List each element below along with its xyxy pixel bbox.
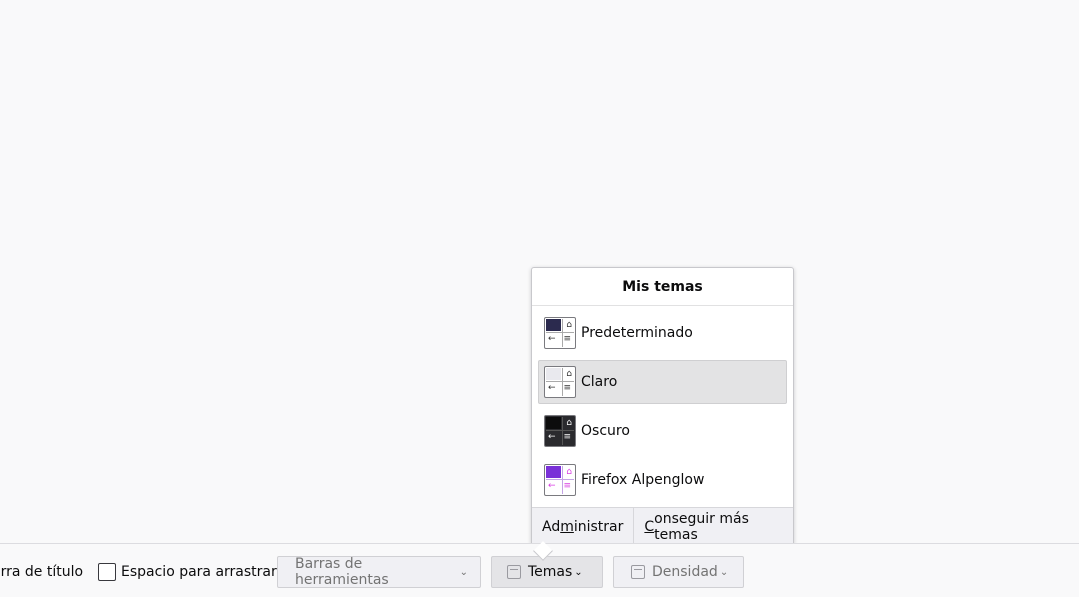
theme-item-default[interactable]: ⌂ ← ≡ Predeterminado [538,311,787,355]
checkbox-box[interactable] [98,563,116,581]
menu-icon: ≡ [563,481,571,491]
home-icon: ⌂ [566,369,572,379]
manage-themes-button[interactable]: Ad m inistrar [532,508,633,545]
back-arrow-icon: ← [548,334,556,344]
chevron-down-icon: ⌄ [719,566,729,578]
theme-name: Predeterminado [581,325,693,341]
toolbars-dropdown-button[interactable]: Barras de herramientas ⌄ [277,556,481,588]
chevron-down-icon: ⌄ [574,566,583,578]
back-arrow-icon: ← [548,432,556,442]
panel-footer: Ad m inistrar Conseguir más temas [532,507,793,545]
theme-item-light[interactable]: ⌂ ← ≡ Claro [538,360,787,404]
theme-list: ⌂ ← ≡ Predeterminado ⌂ ← ≡ Claro ⌂ ← ≡ O… [532,306,793,502]
home-icon: ⌂ [566,320,572,330]
home-icon: ⌂ [566,467,572,477]
chevron-down-icon: ⌄ [459,566,468,578]
theme-preview-icon: ⌂ ← ≡ [544,366,576,398]
theme-preview-icon: ⌂ ← ≡ [544,317,576,349]
menu-icon: ≡ [563,432,571,442]
themes-icon [507,565,521,579]
menu-icon: ≡ [563,383,571,393]
theme-item-dark[interactable]: ⌂ ← ≡ Oscuro [538,409,787,453]
theme-name: Firefox Alpenglow [581,472,705,488]
theme-item-alpenglow[interactable]: ⌂ ← ≡ Firefox Alpenglow [538,458,787,502]
density-icon [631,565,645,579]
back-arrow-icon: ← [548,481,556,491]
menu-icon: ≡ [563,334,571,344]
home-icon: ⌂ [566,418,572,428]
get-more-themes-button[interactable]: Conseguir más temas [633,508,793,545]
drag-space-checkbox[interactable]: Espacio para arrastrar [98,556,277,588]
themes-dropdown-button[interactable]: Temas ⌄ [491,556,603,588]
theme-name: Oscuro [581,423,630,439]
density-dropdown-button[interactable]: Densidad ⌄ [613,556,744,588]
drag-space-label: Espacio para arrastrar [121,564,277,580]
theme-preview-icon: ⌂ ← ≡ [544,415,576,447]
theme-preview-icon: ⌂ ← ≡ [544,464,576,496]
theme-name: Claro [581,374,618,390]
panel-title: Mis temas [532,268,793,306]
back-arrow-icon: ← [548,383,556,393]
themes-popup-panel: Mis temas ⌂ ← ≡ Predeterminado ⌂ ← ≡ Cla… [531,267,794,546]
title-bar-checkbox-label[interactable]: arra de título [0,556,83,588]
